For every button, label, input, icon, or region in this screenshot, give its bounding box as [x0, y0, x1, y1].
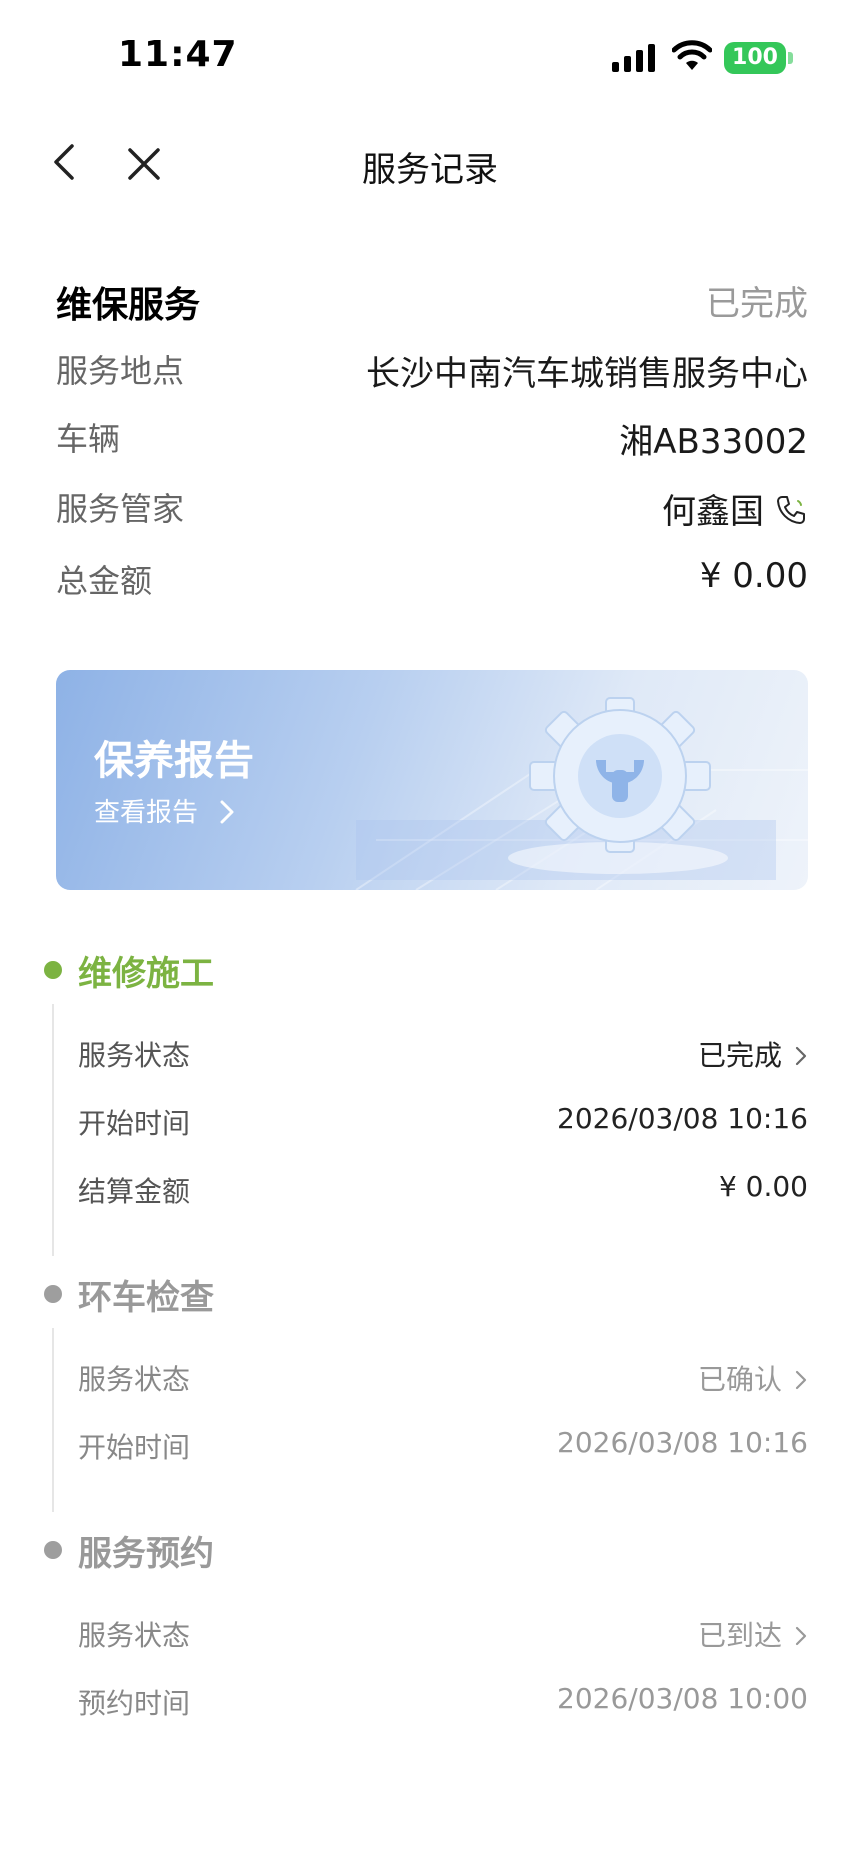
summary-value: ¥ 0.00	[699, 556, 808, 596]
page-title: 服务记录	[362, 150, 498, 190]
detail-label: 开始时间	[78, 1431, 191, 1464]
timeline-title-appointment: 服务预约	[78, 1534, 214, 1574]
summary-row-vehicle: 车辆 湘AB33002	[56, 414, 808, 464]
timeline-row-status[interactable]: 服务状态 已确认	[78, 1358, 808, 1402]
detail-value: ¥ 0.00	[718, 1170, 808, 1203]
service-type: 维保服务	[56, 285, 201, 326]
detail-label: 结算金额	[78, 1175, 191, 1208]
timeline-dot-appointment	[44, 1541, 62, 1559]
cellular-signal-icon	[612, 44, 655, 72]
view-report-label: 查看报告	[94, 798, 199, 828]
chevron-right-icon	[795, 1626, 807, 1646]
summary-label: 服务管家	[56, 490, 185, 528]
banner-title: 保养报告	[94, 738, 254, 784]
chevron-right-icon	[795, 1046, 807, 1066]
detail-value: 已确认	[698, 1358, 808, 1398]
summary-value: 湘AB33002	[619, 422, 808, 462]
summary-header: 维保服务 已完成	[56, 276, 808, 326]
summary-row-total: 总金额 ¥ 0.00	[56, 556, 808, 606]
chevron-right-icon	[795, 1370, 807, 1390]
status-time: 11:47	[118, 34, 238, 75]
timeline-row-appointment-time: 预约时间 2026/03/08 10:00	[78, 1682, 808, 1726]
battery-indicator: 100	[724, 42, 786, 74]
detail-value: 2026/03/08 10:16	[557, 1102, 808, 1135]
summary-label: 总金额	[56, 562, 153, 600]
summary-label: 服务地点	[56, 352, 185, 390]
detail-label: 服务状态	[78, 1039, 191, 1072]
maintenance-report-banner[interactable]: 保养报告 查看报告	[56, 670, 808, 890]
timeline-line	[52, 1328, 54, 1512]
timeline-title-repair: 维修施工	[78, 954, 214, 994]
timeline-line	[52, 1004, 54, 1256]
detail-label: 服务状态	[78, 1619, 191, 1652]
timeline-row-start-time: 开始时间 2026/03/08 10:16	[78, 1426, 808, 1470]
summary-row-location: 服务地点 长沙中南汽车城销售服务中心	[56, 346, 808, 396]
summary-value: 长沙中南汽车城销售服务中心	[366, 354, 808, 394]
wrench-gear-icon	[508, 697, 728, 874]
summary-label: 车辆	[56, 420, 121, 458]
timeline-row-amount: 结算金额 ¥ 0.00	[78, 1170, 808, 1214]
battery-tip	[788, 52, 793, 64]
timeline-dot-repair	[44, 961, 62, 979]
status-value: 已确认	[697, 1363, 782, 1396]
timeline-row-start-time: 开始时间 2026/03/08 10:16	[78, 1102, 808, 1146]
wifi-icon	[672, 40, 712, 70]
detail-value: 已到达	[698, 1614, 808, 1654]
summary-row-advisor: 服务管家 何鑫国	[56, 484, 808, 534]
status-value: 已完成	[697, 1039, 782, 1072]
detail-label: 开始时间	[78, 1107, 191, 1140]
detail-label: 预约时间	[78, 1687, 191, 1720]
detail-value: 已完成	[698, 1034, 808, 1074]
chevron-right-icon	[220, 800, 234, 824]
timeline-row-status[interactable]: 服务状态 已到达	[78, 1614, 808, 1658]
advisor-value[interactable]: 何鑫国	[662, 484, 808, 533]
phone-icon[interactable]	[774, 493, 808, 527]
timeline-dot-inspection	[44, 1285, 62, 1303]
detail-label: 服务状态	[78, 1363, 191, 1396]
service-status: 已完成	[706, 284, 808, 324]
view-report-link[interactable]: 查看报告	[94, 792, 234, 829]
timeline-title-inspection: 环车检查	[78, 1278, 214, 1318]
timeline-row-status[interactable]: 服务状态 已完成	[78, 1034, 808, 1078]
detail-value: 2026/03/08 10:16	[557, 1426, 808, 1459]
advisor-name: 何鑫国	[662, 492, 764, 532]
status-value: 已到达	[697, 1619, 782, 1652]
detail-value: 2026/03/08 10:00	[557, 1682, 808, 1715]
